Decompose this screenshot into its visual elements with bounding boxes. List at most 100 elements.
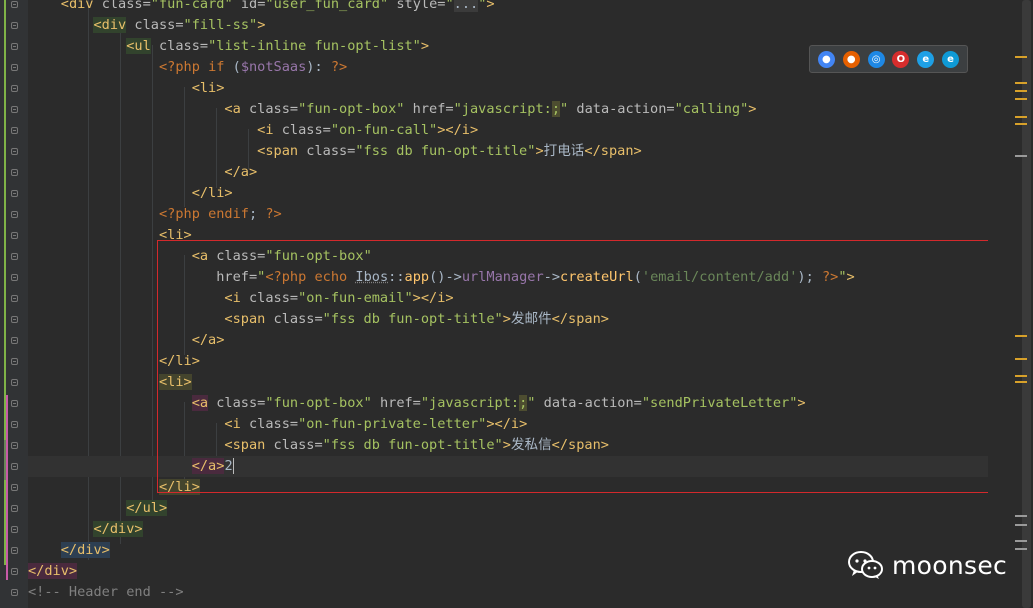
code-line[interactable]: </ul> — [28, 498, 988, 519]
code-line[interactable]: </li> — [28, 477, 988, 498]
code-area[interactable]: <div class="fun-card" id="user_fun_card"… — [28, 0, 988, 608]
code-token: class= — [240, 290, 299, 306]
code-line[interactable]: <div class="fun-card" id="user_fun_card"… — [28, 0, 988, 15]
code-token: " — [560, 101, 569, 117]
code-token: ; — [551, 101, 561, 117]
code-token: " — [445, 0, 454, 12]
code-token: <a — [191, 395, 209, 411]
code-token: <!-- Header end --> — [28, 584, 184, 600]
code-token: </span> — [551, 437, 609, 453]
code-token: <li> — [191, 80, 225, 96]
code-token: <i — [224, 416, 241, 432]
fold-toggle-icon[interactable] — [11, 526, 18, 533]
fold-toggle-icon[interactable] — [11, 484, 18, 491]
code-token: </li> — [158, 479, 200, 495]
code-line[interactable]: <div class="fill-ss"> — [28, 15, 988, 36]
fold-toggle-icon[interactable] — [11, 337, 18, 344]
fold-toggle-icon[interactable] — [11, 106, 18, 113]
code-token: "on-fun-private-letter" — [298, 416, 487, 432]
code-token: 2 — [224, 458, 234, 474]
folded-region[interactable]: ... — [453, 0, 479, 12]
scrollbar-track[interactable] — [988, 0, 1033, 608]
fold-toggle-icon[interactable] — [11, 442, 18, 449]
code-line[interactable]: href= " <?php echo Ibos::app()->urlManager… — [28, 267, 988, 288]
edge-icon[interactable]: e — [942, 50, 960, 68]
code-line[interactable]: <i class="on-fun-private-letter"></i> — [28, 414, 988, 435]
code-line[interactable]: <span class="fss db fun-opt-title">发私信</… — [28, 435, 988, 456]
code-token: $notSaas — [240, 59, 307, 75]
fold-toggle-icon[interactable] — [11, 358, 18, 365]
fold-toggle-icon[interactable] — [11, 43, 18, 50]
fold-toggle-icon[interactable] — [11, 505, 18, 512]
opera-icon[interactable]: O — [892, 50, 910, 68]
code-line[interactable]: </div> — [28, 519, 988, 540]
code-line[interactable]: <li> — [28, 78, 988, 99]
code-token: </span> — [551, 311, 609, 327]
code-token: <span — [257, 143, 299, 159]
code-token: > — [257, 17, 266, 33]
fold-toggle-icon[interactable] — [11, 169, 18, 176]
code-line[interactable]: </div> — [28, 561, 988, 582]
fold-toggle-icon[interactable] — [11, 148, 18, 155]
code-line[interactable]: <i class="on-fun-email"></i> — [28, 288, 988, 309]
fold-toggle-icon[interactable] — [11, 547, 18, 554]
fold-toggle-icon[interactable] — [11, 463, 18, 470]
fold-toggle-icon[interactable] — [11, 211, 18, 218]
code-line[interactable]: <i class="on-fun-call"></i> — [28, 120, 988, 141]
code-token: <div — [93, 17, 127, 33]
code-token: class= — [101, 0, 151, 12]
fold-toggle-icon[interactable] — [11, 85, 18, 92]
scroll-marker — [1015, 82, 1027, 84]
code-token: app — [404, 269, 430, 285]
firefox-icon[interactable]: ● — [842, 50, 860, 68]
code-line[interactable]: <!-- Header end --> — [28, 582, 988, 603]
code-line[interactable]: <?php endif; ?> — [28, 204, 988, 225]
code-token: </li> — [158, 353, 200, 369]
fold-toggle-icon[interactable] — [11, 253, 18, 260]
fold-toggle-icon[interactable] — [11, 22, 18, 29]
code-line[interactable]: <li> — [28, 225, 988, 246]
fold-toggle-icon[interactable] — [11, 316, 18, 323]
fold-toggle-icon[interactable] — [11, 295, 18, 302]
code-line[interactable]: <a class="fun-opt-box" href="javascript:… — [28, 99, 988, 120]
code-token: -> — [543, 269, 561, 285]
fold-toggle-icon[interactable] — [11, 274, 18, 281]
fold-toggle-icon[interactable] — [11, 232, 18, 239]
chrome-icon[interactable]: ● — [817, 50, 835, 68]
fold-toggle-icon[interactable] — [11, 568, 18, 575]
code-token: div — [68, 0, 102, 12]
code-token: href= — [371, 395, 421, 411]
scroll-marker — [1015, 90, 1027, 92]
code-token: <span — [224, 311, 266, 327]
code-line[interactable]: <span class="fss db fun-opt-title">打电话</… — [28, 141, 988, 162]
code-line[interactable]: </li> — [28, 351, 988, 372]
safari-icon[interactable]: ◎ — [867, 50, 885, 68]
fold-toggle-icon[interactable] — [11, 421, 18, 428]
code-line[interactable]: </li> — [28, 183, 988, 204]
code-line[interactable]: </div> — [28, 540, 988, 561]
fold-toggle-icon[interactable] — [11, 589, 18, 596]
ie-icon[interactable]: e — [917, 50, 935, 68]
code-token: <?php — [265, 269, 315, 285]
code-token: data-action= — [535, 395, 642, 411]
editor-gutter[interactable] — [0, 0, 28, 608]
code-token: class= — [126, 17, 184, 33]
code-line[interactable]: <span class="fss db fun-opt-title">发邮件</… — [28, 309, 988, 330]
fold-toggle-icon[interactable] — [11, 190, 18, 197]
code-line[interactable]: <a class="fun-opt-box" href="javascript:… — [28, 393, 988, 414]
code-line[interactable]: </a> — [28, 162, 988, 183]
fold-toggle-icon[interactable] — [11, 127, 18, 134]
fold-toggle-icon[interactable] — [11, 379, 18, 386]
browser-preview-bar: ● ● ◎ Oe e — [809, 45, 968, 73]
code-line[interactable]: <a class="fun-opt-box" — [28, 246, 988, 267]
fold-toggle-icon[interactable] — [11, 64, 18, 71]
code-editor[interactable]: <div class="fun-card" id="user_fun_card"… — [0, 0, 1033, 608]
fold-toggle-icon[interactable] — [11, 1, 18, 8]
code-line[interactable]: </a> — [28, 330, 988, 351]
code-line[interactable]: <li> — [28, 372, 988, 393]
code-line[interactable]: </a>2 — [28, 456, 988, 477]
fold-toggle-icon[interactable] — [11, 400, 18, 407]
